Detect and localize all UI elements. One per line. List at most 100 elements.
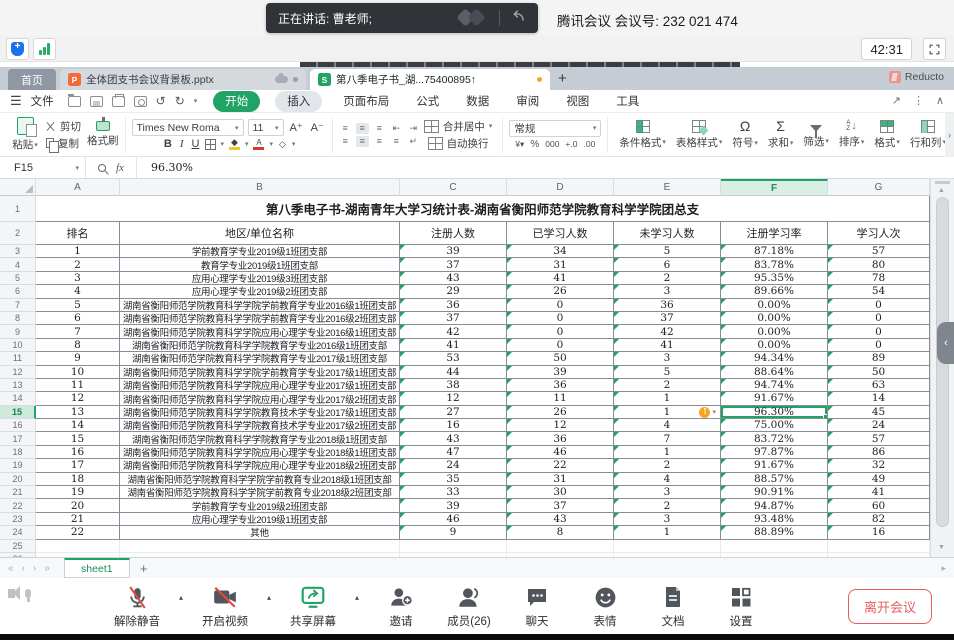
control-members[interactable]: 成员(26) <box>440 583 498 629</box>
cell[interactable]: 18 <box>36 473 120 486</box>
cell[interactable]: 1 <box>614 446 721 459</box>
row-header-5[interactable]: 5 <box>0 272 36 285</box>
row-header-4[interactable]: 4 <box>0 258 36 271</box>
cell[interactable]: 47 <box>400 446 507 459</box>
cell[interactable] <box>507 540 614 553</box>
control-cam-off[interactable]: 开启视频 <box>196 583 254 629</box>
cell[interactable]: 36 <box>614 299 721 312</box>
add-sheet-button[interactable]: + <box>140 561 148 576</box>
cell[interactable]: 93.48% <box>721 513 828 526</box>
cell[interactable]: 4 <box>614 419 721 432</box>
cell[interactable]: 16 <box>828 526 930 539</box>
font-color-icon[interactable]: A <box>252 138 265 150</box>
prev-sheet-icon[interactable]: ‹ <box>22 563 25 574</box>
fullscreen-icon[interactable] <box>923 38 946 60</box>
cell[interactable] <box>721 540 828 553</box>
cell[interactable]: 45 <box>828 406 930 419</box>
cell[interactable]: 43 <box>400 272 507 285</box>
ribbon-button-条件格式[interactable]: 条件格式▾ <box>614 120 671 150</box>
row-header-23[interactable]: 23 <box>0 513 36 526</box>
row-header-3[interactable]: 3 <box>0 245 36 258</box>
cell[interactable]: 89.66% <box>721 285 828 298</box>
underline-icon[interactable]: U <box>190 138 202 150</box>
cell[interactable]: 49 <box>828 473 930 486</box>
cell[interactable]: 学前教育学专业2019级1班团支部 <box>120 245 400 258</box>
cell[interactable]: 10 <box>36 366 120 379</box>
cell[interactable]: 41 <box>614 339 721 352</box>
row-header-24[interactable]: 24 <box>0 526 36 539</box>
cell[interactable]: 应用心理学专业2019级1班团支部 <box>120 513 400 526</box>
currency-icon[interactable]: ¥▾ <box>515 139 524 150</box>
ribbon-button-表格样式[interactable]: 表格样式▾ <box>671 120 728 150</box>
cell[interactable]: 88.64% <box>721 366 828 379</box>
cell[interactable]: 12 <box>36 392 120 405</box>
cell[interactable]: 21 <box>36 513 120 526</box>
cell[interactable]: 7 <box>614 432 721 445</box>
cell[interactable]: 1 <box>614 526 721 539</box>
cell[interactable]: 2 <box>36 258 120 271</box>
cell[interactable]: 26 <box>507 406 614 419</box>
align-right-icon[interactable]: ≡ <box>373 136 386 147</box>
control-docs[interactable]: 文档 <box>644 583 702 629</box>
cell[interactable]: 5 <box>614 245 721 258</box>
control-caret-icon[interactable]: ▴ <box>352 593 362 602</box>
ribbon-button-格式[interactable]: 格式▾ <box>869 120 905 150</box>
cell[interactable]: 39 <box>507 366 614 379</box>
cell[interactable]: 30 <box>507 486 614 499</box>
cell[interactable]: 湖南省衡阳师范学院教育科学学院应用心理学专业2017级2班团支部 <box>120 392 400 405</box>
cell[interactable]: 83.72% <box>721 432 828 445</box>
row-header-21[interactable]: 21 <box>0 486 36 499</box>
row-header-19[interactable]: 19 <box>0 459 36 472</box>
cell[interactable]: 0 <box>828 299 930 312</box>
row-header-9[interactable]: 9 <box>0 325 36 338</box>
control-share[interactable]: 共享屏幕 <box>284 583 342 629</box>
control-emoji[interactable]: 表情 <box>576 583 634 629</box>
cell[interactable]: 50 <box>828 366 930 379</box>
cell[interactable]: 2 <box>614 272 721 285</box>
selected-cell-F15[interactable]: 96.30% <box>721 406 828 419</box>
merge-center-button[interactable]: 合并居中▾ <box>424 119 493 134</box>
cell[interactable]: 57 <box>828 245 930 258</box>
cell[interactable]: 87.18% <box>721 245 828 258</box>
row-header-1[interactable]: 1 <box>0 196 36 222</box>
wps-home-tab[interactable]: 首页 <box>8 69 56 90</box>
cell[interactable]: 35 <box>400 473 507 486</box>
cell[interactable]: 31 <box>507 258 614 271</box>
justify-icon[interactable]: ≡ <box>390 136 403 147</box>
cell[interactable]: 2 <box>614 459 721 472</box>
cell[interactable]: 20 <box>36 499 120 512</box>
align-middle-icon[interactable]: ≡ <box>356 123 369 134</box>
sheet-title-cell[interactable]: 第八季电子书-湖南青年大学习统计表-湖南省衡阳师范学院教育科学学院团总支 <box>36 196 930 222</box>
cell[interactable] <box>614 540 721 553</box>
cell[interactable]: 83.78% <box>721 258 828 271</box>
cell[interactable]: 湖南省衡阳师范学院教育科学学院学前教育学专业2017级1班团支部 <box>120 366 400 379</box>
open-icon[interactable] <box>68 96 81 107</box>
column-header-B[interactable]: B <box>120 179 400 196</box>
cell[interactable]: 湖南省衡阳师范学院教育科学学院应用心理学专业2017级1班团支部 <box>120 379 400 392</box>
cell[interactable]: 41 <box>400 339 507 352</box>
cell[interactable] <box>400 540 507 553</box>
cell[interactable]: 37 <box>400 312 507 325</box>
wrap-text-button[interactable]: 自动换行 <box>428 136 489 151</box>
menu-tab-视图[interactable]: 视图 <box>560 91 595 111</box>
cell[interactable]: 14 <box>828 392 930 405</box>
cell[interactable]: 7 <box>36 325 120 338</box>
cell[interactable]: 湖南省衡阳师范学院教育科学学院学前教育专业2018级2班团支部 <box>120 486 400 499</box>
cell[interactable]: 1 <box>36 245 120 258</box>
cell[interactable]: 34 <box>507 245 614 258</box>
row-header-13[interactable]: 13 <box>0 379 36 392</box>
cell[interactable]: 82 <box>828 513 930 526</box>
cell[interactable]: 0 <box>507 325 614 338</box>
cell[interactable]: 湖南省衡阳师范学院教育科学学院教育学专业2016级1班团支部 <box>120 339 400 352</box>
ribbon-button-筛选[interactable]: 筛选▾ <box>798 121 834 149</box>
more-menu-icon[interactable]: ⋮ <box>913 94 924 107</box>
cell[interactable]: 注册人数 <box>400 222 507 245</box>
menu-tab-开始[interactable]: 开始 <box>213 91 260 112</box>
preview-icon[interactable] <box>134 96 147 107</box>
row-header-22[interactable]: 22 <box>0 499 36 512</box>
align-left-icon[interactable]: ≡ <box>339 136 352 147</box>
decrease-font-icon[interactable]: A⁻ <box>309 121 326 134</box>
row-header-14[interactable]: 14 <box>0 392 36 405</box>
cell[interactable]: 0.00% <box>721 325 828 338</box>
quickbar-caret-icon[interactable]: ▾ <box>194 97 198 105</box>
